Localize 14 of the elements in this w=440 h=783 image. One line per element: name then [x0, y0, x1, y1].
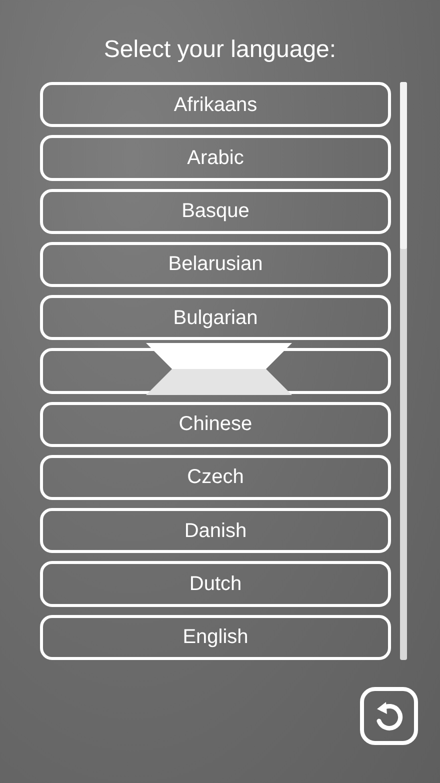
language-button[interactable]: English	[40, 614, 391, 660]
language-button[interactable]: Dutch	[40, 561, 391, 607]
language-button[interactable]: Arabic	[40, 135, 391, 181]
undo-icon	[360, 687, 418, 745]
language-button[interactable]: Danish	[40, 508, 391, 554]
language-button[interactable]: Bulgarian	[40, 295, 391, 340]
page-title: Select your language:	[102, 35, 338, 65]
scrollbar[interactable]	[400, 82, 407, 660]
language-button[interactable]: Czech	[40, 454, 391, 500]
language-button[interactable]: Basque	[40, 188, 391, 234]
language-button[interactable]: Afrikaans	[40, 82, 391, 128]
language-button[interactable]: Chinese	[40, 402, 391, 447]
reset-button[interactable]	[360, 687, 418, 745]
language-button[interactable]: Belarusian	[40, 242, 391, 288]
